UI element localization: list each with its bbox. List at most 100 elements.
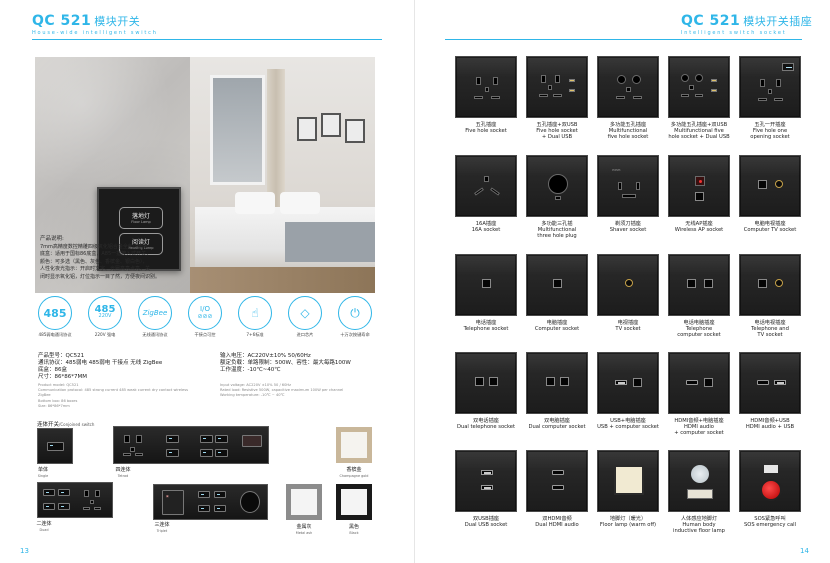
- switch-module[interactable]: [198, 491, 210, 498]
- network-port: [553, 279, 562, 288]
- combo-en: Tetrad: [117, 474, 129, 478]
- display-module: [242, 435, 262, 447]
- outlet-hole: [695, 74, 703, 82]
- socket-name-en: Dual HDMI audio: [535, 522, 579, 528]
- socket-item[interactable]: 多功能三孔插 Multifunctional three hole plug: [526, 155, 588, 239]
- computer-tv-socket: [739, 155, 801, 217]
- specs-right: 输入电压：AC220V±10% 50/60Hz 额定负载：单路限制：500W、容…: [220, 353, 351, 374]
- outlet-hole: [124, 435, 130, 443]
- outlet-hole: [548, 174, 568, 194]
- socket-item[interactable]: 电话电脑插座 Telephone computer socket: [668, 254, 730, 338]
- 485-icon: 485: [38, 296, 72, 330]
- outlet-hole: [135, 453, 143, 456]
- socket-item[interactable]: 电话插座 Telephone socket: [455, 254, 517, 332]
- switch-module[interactable]: [166, 435, 179, 443]
- switch-module[interactable]: [215, 435, 228, 443]
- socket-item[interactable]: SOS紧急呼叫 SOS emergency call: [739, 450, 801, 528]
- socket-name-en: hole socket + Dual USB: [668, 134, 730, 140]
- floor-lamp-key[interactable]: 落地灯 Floor Lamp: [119, 207, 163, 229]
- champagne-label: 香槟金 Champagne gold: [334, 467, 374, 479]
- socket-item[interactable]: 多功能五孔插座+双USB Multifunctional five hole s…: [668, 56, 730, 140]
- spec-line-en: Working temperature: -10℃ ~ 40℃: [220, 393, 285, 398]
- product-description: 产品说明: 7mm高精度数控精雕四级氧化铝合金全包边面板， 底盒：适用于国标86…: [40, 236, 160, 281]
- io-dots-icon: ⊘⊘⊘: [197, 313, 213, 320]
- socket-item[interactable]: 五孔一开插座 Five hole one opening socket: [739, 56, 801, 140]
- multifunctional-three-hole-plug: [526, 155, 588, 217]
- brand-cn: 模块开关: [94, 15, 141, 28]
- outlet-hole: [539, 94, 548, 97]
- outlet-hole: [689, 85, 694, 90]
- switch-module[interactable]: [214, 505, 226, 512]
- brand-subtitle-right: Intelligent switch socket: [681, 30, 787, 36]
- badge-icon-sub: 220V: [98, 313, 112, 319]
- socket-item[interactable]: 五孔插座 Five hole socket: [455, 56, 517, 134]
- switch-module[interactable]: [214, 491, 226, 498]
- switch-module[interactable]: [200, 435, 213, 443]
- socket-item[interactable]: 五孔插座+双USB Five hole socket + Dual USB: [526, 56, 588, 140]
- dimmer-knob[interactable]: [240, 491, 260, 513]
- socket-item[interactable]: 地脚灯（暖光） Floor lamp (warm off): [597, 450, 659, 528]
- socket-item[interactable]: HDMI音频+电脑插座 HDMI audio + computer socket: [668, 352, 730, 436]
- outlet-hole: [636, 182, 640, 190]
- badge-485-weak: 485 485弱电通讯协议: [30, 296, 80, 338]
- socket-item[interactable]: 双USB插座 Dual USB socket: [455, 450, 517, 528]
- socket-item[interactable]: 电视插座 TV socket: [597, 254, 659, 332]
- hdmi-usb-socket: [739, 352, 801, 414]
- switch-module[interactable]: [166, 449, 179, 457]
- window: [210, 75, 265, 185]
- badge-label: 进口芯片: [296, 332, 314, 337]
- badge-label: 十万次按键寿命: [340, 332, 370, 337]
- wireless-ap-socket: [668, 155, 730, 217]
- usb-port: [711, 79, 717, 82]
- description-line: 底盒：适用于国标86底盒，A85一指按入式开关，: [40, 251, 152, 257]
- floor: [190, 267, 375, 293]
- combo-en: Duad: [39, 528, 49, 532]
- switch-module[interactable]: [198, 505, 210, 512]
- socket-item[interactable]: 电脑插座 Computer socket: [526, 254, 588, 332]
- socket-item[interactable]: 人体感应地脚灯 Human body inductive floor lamp: [668, 450, 730, 534]
- outlet-hole: [632, 75, 641, 84]
- outlet-hole: [626, 87, 631, 92]
- switch-module[interactable]: [47, 442, 64, 451]
- switch-toggle[interactable]: [782, 63, 794, 71]
- black-frame: [336, 484, 372, 520]
- five-hole-one-opening-socket: [739, 56, 801, 118]
- socket-item[interactable]: 无线AP插座 Wireless AP socket: [668, 155, 730, 233]
- human-body-inductive-floor-lamp: [668, 450, 730, 512]
- usb-port: [615, 380, 627, 385]
- metal-ash-frame: [286, 484, 322, 520]
- outlet-hole: [490, 187, 500, 196]
- 16a-socket: [455, 155, 517, 217]
- socket-item[interactable]: USB+电脑插座 USB + computer socket: [597, 352, 659, 430]
- description-line: 人性化夜光指示：开启时文字、光圈高亮点亮，关: [40, 266, 151, 272]
- specs-right-en: Input voltage: AC220V ±10% 50 / 60Hz Rat…: [220, 383, 380, 399]
- switch-module[interactable]: [200, 449, 213, 457]
- socket-item[interactable]: 电脑电视插座 Computer TV socket: [739, 155, 801, 233]
- socket-item[interactable]: 双HDMI音频 Dual HDMI audio: [526, 450, 588, 528]
- socket-item[interactable]: HDMI音频+USB HDMI audio + USB: [739, 352, 801, 430]
- audio-module[interactable]: ▣: [162, 490, 184, 515]
- pillow: [235, 192, 275, 214]
- socket-item[interactable]: 电话电视插座 Telephone and TV socket: [739, 254, 801, 338]
- network-port: [695, 192, 704, 201]
- socket-item[interactable]: 多功能五孔插座 Multifunctional five hole socket: [597, 56, 659, 140]
- switch-module[interactable]: [43, 503, 55, 510]
- shaver-label-icon: ▭▭▭: [612, 168, 621, 172]
- socket-item[interactable]: 双电话插座 Dual telephone socket: [455, 352, 517, 430]
- usb-port: [711, 89, 717, 92]
- switch-module[interactable]: [215, 449, 228, 457]
- picture-frame: [321, 113, 341, 137]
- phone-port: [482, 279, 491, 288]
- socket-item[interactable]: 16A插座 16A socket: [455, 155, 517, 233]
- socket-name-en: Shaver socket: [609, 227, 647, 233]
- spec-line: 底盒：86盒: [38, 367, 67, 373]
- page-number-right: 14: [800, 547, 809, 555]
- switch-module[interactable]: [58, 489, 70, 496]
- socket-item[interactable]: 双电脑插座 Dual computer socket: [526, 352, 588, 430]
- sos-button-icon[interactable]: [760, 479, 782, 501]
- socket-item[interactable]: ▭▭▭ 剃须刀插座 Shaver socket: [597, 155, 659, 233]
- specs-left: 产品型号：QC521 通讯协议：485弱电 485弱电 干接点 无线 ZigBe…: [38, 353, 162, 381]
- switch-module[interactable]: [43, 489, 55, 496]
- switch-module[interactable]: [58, 503, 70, 510]
- network-port: [704, 378, 713, 387]
